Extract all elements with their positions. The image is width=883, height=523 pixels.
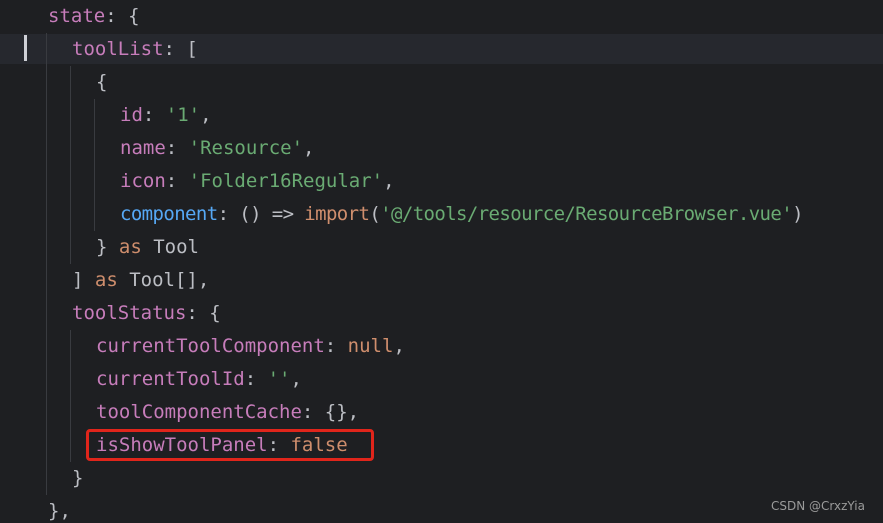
punctuation: ,: [200, 104, 212, 126]
code-line-2[interactable]: toolList: [: [72, 33, 198, 66]
as-keyword: as: [94, 269, 118, 291]
code-line-4[interactable]: id: '1',: [120, 99, 212, 132]
property-key: id: [120, 104, 143, 126]
property-key: currentToolId: [96, 368, 245, 390]
punctuation: ): [792, 203, 803, 225]
indent-guide: [70, 66, 71, 264]
punctuation: ,: [290, 368, 302, 390]
punctuation: :: [165, 137, 189, 159]
string-value: 'Resource': [188, 137, 304, 159]
property-key: currentToolComponent: [96, 335, 325, 357]
punctuation: {: [96, 71, 108, 93]
code-line-9[interactable]: ] as Tool[],: [72, 264, 209, 297]
property-key: toolStatus: [72, 302, 187, 324]
property-key: name: [120, 137, 166, 159]
punctuation: ,: [303, 137, 315, 159]
punctuation: }: [72, 467, 84, 489]
text-caret: [24, 35, 27, 61]
property-key: icon: [120, 170, 166, 192]
punctuation: },: [48, 500, 71, 522]
property-key: toolList: [72, 38, 164, 60]
string-value: 'Folder16Regular': [188, 170, 384, 192]
code-line-10[interactable]: toolStatus: {: [72, 297, 221, 330]
string-value: '1': [165, 104, 201, 126]
string-value: '': [267, 368, 291, 390]
code-line-5[interactable]: name: 'Resource',: [120, 132, 315, 165]
import-keyword: import: [304, 203, 370, 225]
punctuation: ,: [383, 170, 395, 192]
punctuation: ]: [72, 269, 95, 291]
code-line-12[interactable]: currentToolId: '',: [96, 363, 302, 396]
watermark: CSDN @CrxzYia: [770, 499, 865, 513]
punctuation: : () =>: [217, 203, 305, 225]
code-line-13[interactable]: toolComponentCache: {},: [96, 396, 359, 429]
punctuation: ,: [393, 335, 405, 357]
punctuation: : {},: [301, 401, 360, 423]
punctuation: :: [142, 104, 166, 126]
type-name: Tool[],: [117, 269, 210, 291]
code-line-7[interactable]: component: () => import('@/tools/resourc…: [120, 198, 803, 231]
indent-guide: [46, 33, 47, 495]
code-line-11[interactable]: currentToolComponent: null,: [96, 330, 405, 363]
code-line-16[interactable]: },: [48, 495, 71, 523]
type-name: Tool: [141, 236, 199, 258]
string-value: '@/tools/resource/ResourceBrowser.vue': [380, 203, 793, 225]
indent-guide: [70, 330, 71, 462]
code-line-8[interactable]: } as Tool: [96, 231, 199, 264]
punctuation: : [: [163, 38, 198, 60]
indent-guide: [94, 99, 95, 231]
property-key: toolComponentCache: [96, 401, 302, 423]
code-line-3[interactable]: {: [96, 66, 107, 99]
code-editor[interactable]: state: { toolList: [ { id: '1', name: 'R…: [0, 0, 883, 523]
punctuation: (: [369, 203, 381, 225]
property-key: state: [48, 5, 106, 27]
code-line-15[interactable]: }: [72, 462, 83, 495]
null-keyword: null: [347, 335, 394, 357]
code-line-1[interactable]: state: {: [48, 0, 140, 33]
punctuation: :: [324, 335, 348, 357]
annotation-highlight-box: [86, 429, 374, 461]
as-keyword: as: [118, 236, 142, 258]
code-line-6[interactable]: icon: 'Folder16Regular',: [120, 165, 395, 198]
method-key: component: [120, 203, 218, 225]
punctuation: }: [96, 236, 119, 258]
punctuation: : {: [105, 5, 140, 27]
punctuation: :: [244, 368, 268, 390]
punctuation: :: [165, 170, 189, 192]
punctuation: : {: [186, 302, 221, 324]
